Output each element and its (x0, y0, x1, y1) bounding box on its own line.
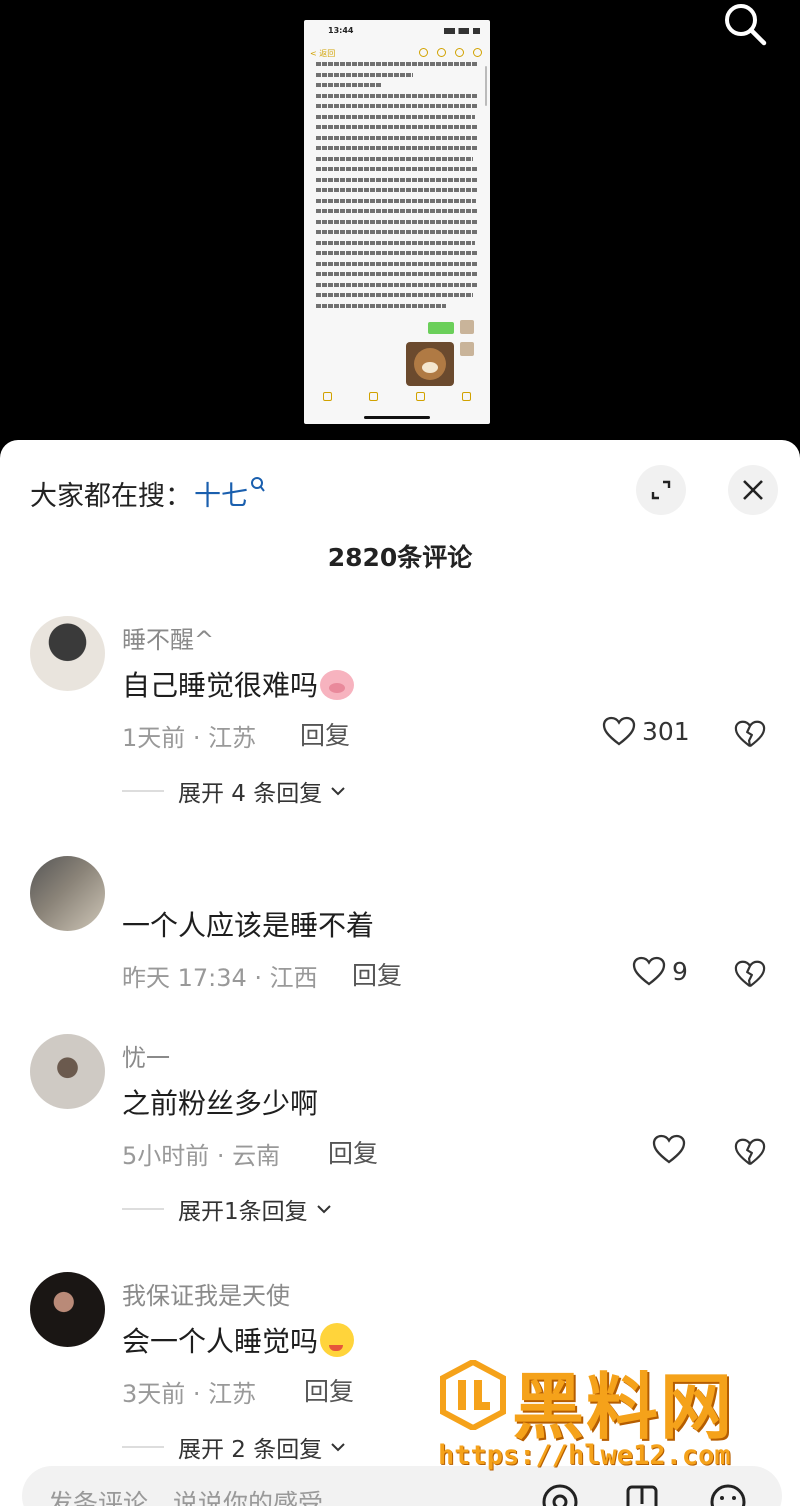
like-button[interactable]: 301 (602, 716, 690, 746)
comment-meta: 5小时前 · 云南 (122, 1142, 281, 1170)
status-icons (444, 28, 480, 34)
reply-button[interactable]: 回复 (300, 716, 350, 752)
notes-toolbar (304, 392, 490, 406)
comment-text: 之前粉丝多少啊 (122, 1087, 319, 1120)
like-button[interactable] (652, 1134, 692, 1164)
like-count: 9 (672, 956, 688, 986)
comment-text: 会一个人睡觉吗 (122, 1320, 355, 1360)
comment-text-content: 自己睡觉很难吗 (122, 669, 319, 702)
broken-heart-icon[interactable] (734, 958, 766, 990)
expand-replies-label: 展开 2 条回复 (178, 1437, 323, 1463)
comment-item: 一个人应该是睡不着 昨天 17:34 · 江西 回复 9 (0, 856, 800, 996)
video-player[interactable]: 13:44 < 返回 (0, 0, 800, 440)
notes-nav-icon (455, 48, 464, 57)
comment-count-title: 2820条评论 (327, 543, 473, 572)
notes-tool-icon (322, 392, 332, 401)
drooling-face-emoji-icon (320, 1323, 355, 1357)
chat-avatar-thumb (460, 320, 474, 334)
reply-button[interactable]: 回复 (352, 956, 402, 992)
comment-meta: 昨天 17:34 · 江西 (122, 964, 318, 992)
notes-scrollbar (485, 66, 487, 106)
expand-replies-label: 展开1条回复 (178, 1199, 308, 1225)
watermark: 黑料网 https://hlwe12.com (438, 1354, 778, 1484)
expand-replies-button[interactable]: 展开 2 条回复 (122, 1430, 346, 1464)
chevron-down-icon (316, 1205, 331, 1214)
broken-heart-icon[interactable] (734, 718, 766, 750)
watermark-url: https://hlwe12.com (438, 1440, 731, 1471)
notes-tool-icon (415, 392, 425, 401)
expand-replies-button[interactable]: 展开1条回复 (122, 1192, 332, 1226)
avatar[interactable] (30, 1272, 105, 1347)
expand-replies-button[interactable]: 展开 4 条回复 (122, 774, 346, 808)
notes-status-time: 13:44 (328, 26, 354, 35)
heart-icon (632, 956, 666, 986)
avatar[interactable] (30, 616, 105, 691)
notes-nav-icon (419, 48, 428, 57)
broken-heart-icon[interactable] (734, 1136, 766, 1168)
chat-avatar-thumb (460, 342, 474, 356)
at-mention-icon[interactable] (540, 1482, 580, 1506)
notes-nav-bar: < 返回 (304, 46, 490, 62)
heart-icon (602, 716, 636, 746)
like-count: 301 (642, 716, 690, 746)
comment-item: 忧一 之前粉丝多少啊 5小时前 · 云南 回复 展开1条回复 (0, 1034, 800, 1234)
heart-icon (652, 1134, 686, 1164)
comment-meta: 1天前 · 江苏 (122, 724, 257, 752)
chevron-down-icon (331, 1443, 345, 1452)
comment-username[interactable]: 睡不醒^ (122, 620, 214, 655)
comment-input-placeholder[interactable]: 发条评论，说说你的感受 (48, 1484, 323, 1506)
comment-text-content: 会一个人睡觉吗 (122, 1325, 319, 1358)
notes-text-block (316, 62, 478, 312)
expand-replies-label: 展开 4 条回复 (178, 781, 323, 807)
search-hint-prefix: 大家都在搜： (30, 481, 192, 512)
avatar[interactable] (30, 1034, 105, 1109)
notes-status-bar: 13:44 (304, 26, 490, 40)
notes-nav-icon (473, 48, 482, 57)
comment-item: 睡不醒^ 自己睡觉很难吗 1天前 · 江苏 回复 301 展开 4 条回复 (0, 616, 800, 816)
notes-tool-icon (462, 392, 472, 401)
chat-bubble-green (428, 322, 454, 334)
search-hint-keyword[interactable]: 十七 (194, 474, 248, 513)
expand-icon (651, 480, 671, 500)
comment-meta: 3天前 · 江苏 (122, 1380, 257, 1408)
fullscreen-button[interactable] (636, 465, 686, 515)
search-small-icon (250, 476, 266, 498)
close-button[interactable] (728, 465, 778, 515)
trending-search-hint[interactable]: 大家都在搜： 十七 (30, 474, 266, 513)
like-button[interactable]: 9 (632, 956, 688, 986)
notes-nav-icon (437, 48, 446, 57)
watermark-logo-icon (440, 1360, 506, 1430)
notes-tool-icon (369, 392, 379, 401)
reply-button[interactable]: 回复 (328, 1134, 378, 1170)
pig-face-emoji-icon (320, 670, 355, 700)
reply-button[interactable]: 回复 (304, 1372, 354, 1408)
comment-text: 自己睡觉很难吗 (122, 664, 355, 704)
notes-back-label: < 返回 (310, 49, 336, 58)
comment-username[interactable]: 我保证我是天使 (122, 1276, 290, 1311)
comment-username[interactable]: 忧一 (122, 1038, 170, 1073)
close-icon (743, 480, 763, 500)
chevron-down-icon (331, 787, 345, 796)
watermark-brand: 黑料网 (512, 1365, 735, 1449)
home-indicator (364, 416, 430, 419)
divider-dash (122, 790, 164, 792)
comment-sheet: 大家都在搜： 十七 2820条评论 睡不醒^ 自己睡觉很难吗 1天前 · 江苏 … (0, 440, 800, 1506)
divider-dash (122, 1446, 164, 1448)
notes-nav-icons (419, 48, 482, 57)
avatar[interactable] (30, 856, 105, 931)
video-frame-notes-screenshot: 13:44 < 返回 (304, 20, 490, 424)
image-icon[interactable] (622, 1482, 662, 1506)
bear-sticker-image (406, 342, 454, 386)
emoji-icon[interactable] (708, 1482, 748, 1506)
divider-dash (122, 1208, 164, 1210)
comment-text: 一个人应该是睡不着 (122, 909, 375, 942)
search-icon[interactable] (720, 0, 770, 50)
